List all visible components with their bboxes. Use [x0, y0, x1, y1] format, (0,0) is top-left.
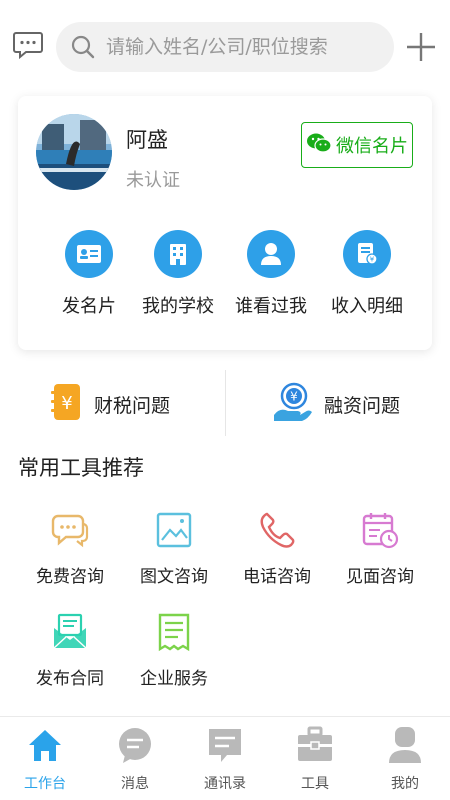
financing-issue-banner[interactable]: ¥ 融资问题	[272, 378, 400, 430]
contacts-icon	[205, 725, 245, 765]
divider	[225, 370, 226, 436]
tab-label: 工作台	[24, 776, 66, 792]
svg-text:¥: ¥	[61, 393, 72, 414]
consult-banner-row: ¥ 财税问题 ¥ 融资问题	[0, 368, 450, 440]
tool-enterprise-service[interactable]: 企业服务	[124, 612, 224, 689]
wechat-icon	[306, 132, 332, 158]
building-icon	[154, 230, 202, 278]
quick-action-send-card[interactable]: 发名片	[42, 230, 136, 318]
quick-action-income[interactable]: ¥ 收入明细	[320, 230, 414, 318]
home-icon	[25, 725, 65, 765]
tab-messages[interactable]: 消息	[90, 725, 180, 793]
svg-text:¥: ¥	[370, 256, 375, 264]
wechat-card-button[interactable]: 微信名片	[301, 122, 413, 168]
quick-action-my-school[interactable]: 我的学校	[131, 230, 225, 318]
tool-publish-contract[interactable]: 发布合同	[20, 612, 120, 689]
tab-contacts[interactable]: 通讯录	[180, 725, 270, 793]
yuan-note-icon: ¥	[50, 382, 84, 426]
tool-meeting-consult[interactable]: 见面咨询	[330, 510, 430, 587]
contract-envelope-icon	[50, 612, 90, 652]
tool-label: 企业服务	[140, 669, 208, 689]
bottom-tab-bar: 工作台 消息 通讯录 工具 我的	[0, 716, 450, 800]
tab-label: 通讯录	[204, 776, 246, 792]
tool-free-consult[interactable]: 免费咨询	[20, 510, 120, 587]
svg-text:¥: ¥	[290, 390, 298, 404]
profile-card: 阿盛 未认证 微信名片 发名片 我的学校 谁看过我 ¥ 收入明细	[18, 96, 432, 350]
tax-issue-banner[interactable]: ¥ 财税问题	[50, 378, 170, 430]
calendar-clock-icon	[360, 510, 400, 550]
chat-bubbles-icon	[50, 510, 90, 550]
tool-image-text-consult[interactable]: 图文咨询	[124, 510, 224, 587]
tab-mine[interactable]: 我的	[360, 725, 450, 793]
business-card-icon	[65, 230, 113, 278]
tab-label: 消息	[121, 776, 149, 792]
quick-action-label: 发名片	[62, 296, 116, 317]
tool-label: 免费咨询	[36, 567, 104, 587]
financing-issue-label: 融资问题	[324, 394, 401, 417]
add-icon[interactable]	[404, 30, 438, 64]
tool-label: 发布合同	[36, 669, 104, 689]
quick-action-who-viewed[interactable]: 谁看过我	[224, 230, 318, 318]
quick-action-label: 谁看过我	[235, 296, 307, 317]
chat-icon[interactable]	[12, 30, 44, 60]
document-yuan-icon: ¥	[343, 230, 391, 278]
toolbox-icon	[295, 725, 335, 765]
top-bar	[0, 0, 450, 90]
tab-workbench[interactable]: 工作台	[0, 725, 90, 793]
quick-action-label: 收入明细	[331, 296, 403, 317]
tab-tools[interactable]: 工具	[270, 725, 360, 793]
tool-phone-consult[interactable]: 电话咨询	[227, 510, 327, 587]
tax-issue-label: 财税问题	[94, 394, 171, 417]
tools-section-title: 常用工具推荐	[18, 456, 144, 480]
verification-status: 未认证	[126, 170, 180, 191]
tab-label: 我的	[391, 776, 419, 792]
tool-label: 见面咨询	[346, 567, 414, 587]
quick-action-label: 我的学校	[142, 296, 214, 317]
message-icon	[115, 725, 155, 765]
search-input[interactable]	[106, 22, 386, 72]
person-icon	[247, 230, 295, 278]
enterprise-doc-icon	[154, 612, 194, 652]
yuan-hand-icon: ¥	[272, 381, 314, 427]
search-icon	[70, 34, 96, 60]
tool-label: 电话咨询	[243, 567, 311, 587]
user-name: 阿盛	[126, 128, 168, 152]
search-bar[interactable]	[56, 22, 394, 72]
tool-label: 图文咨询	[140, 567, 208, 587]
profile-icon	[385, 725, 425, 765]
tab-label: 工具	[301, 776, 329, 792]
wechat-card-label: 微信名片	[336, 136, 408, 157]
phone-icon	[257, 510, 297, 550]
avatar[interactable]	[36, 114, 112, 190]
image-icon	[154, 510, 194, 550]
